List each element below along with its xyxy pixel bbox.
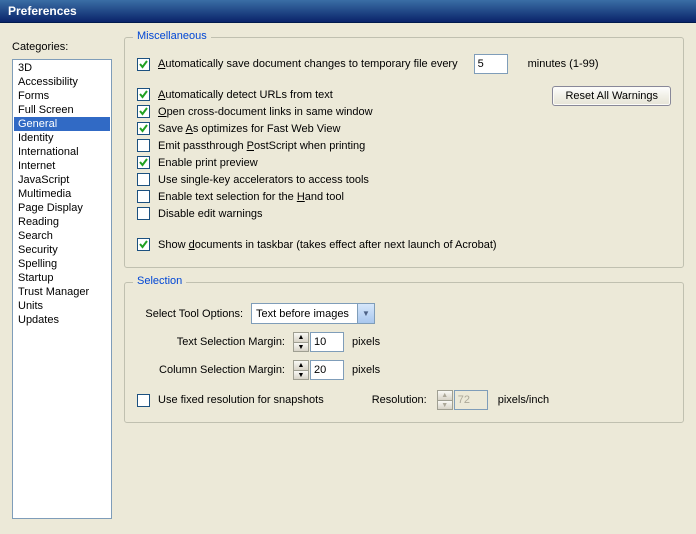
autosave-row: Automatically save document changes to t…	[137, 54, 671, 74]
spin-up-icon[interactable]: ▲	[293, 360, 309, 370]
taskbar-row: Show documents in taskbar (takes effect …	[137, 238, 671, 251]
misc-option-checkbox[interactable]	[137, 190, 150, 203]
dropdown-icon: ▼	[357, 304, 374, 323]
misc-option-checkbox[interactable]	[137, 139, 150, 152]
sidebar-item-accessibility[interactable]: Accessibility	[14, 75, 110, 89]
sidebar-item-international[interactable]: International	[14, 145, 110, 159]
fixed-resolution-checkbox[interactable]	[137, 394, 150, 407]
content: Categories: 3DAccessibilityFormsFull Scr…	[0, 23, 696, 527]
misc-option-row: Open cross-document links in same window	[137, 105, 671, 118]
tool-options-label: Select Tool Options:	[137, 308, 251, 320]
sidebar-item-updates[interactable]: Updates	[14, 313, 110, 327]
autosave-label-pre: Automatically save document changes to t…	[158, 58, 458, 70]
pixels-label: pixels	[352, 336, 380, 348]
sidebar-item-full-screen[interactable]: Full Screen	[14, 103, 110, 117]
misc-option-label: Use single-key accelerators to access to…	[158, 174, 369, 186]
tool-options-select[interactable]: Text before images ▼	[251, 303, 375, 324]
spin-down-icon[interactable]: ▼	[293, 370, 309, 380]
column-margin-spinner[interactable]: ▲ ▼	[293, 360, 344, 380]
sidebar-item-javascript[interactable]: JavaScript	[14, 173, 110, 187]
categories-label: Categories:	[12, 41, 112, 53]
sidebar-item-trust-manager[interactable]: Trust Manager	[14, 285, 110, 299]
group-title-miscellaneous: Miscellaneous	[133, 30, 211, 42]
misc-option-row: Use single-key accelerators to access to…	[137, 173, 671, 186]
spin-down-icon: ▼	[437, 400, 453, 410]
resolution-unit: pixels/inch	[498, 394, 549, 406]
window-title: Preferences	[8, 4, 77, 18]
resolution-spinner: ▲ ▼	[437, 390, 488, 410]
autosave-checkbox[interactable]	[137, 58, 150, 71]
tool-options-row: Select Tool Options: Text before images …	[137, 303, 671, 324]
misc-option-checkbox[interactable]	[137, 88, 150, 101]
taskbar-label: Show documents in taskbar (takes effect …	[158, 239, 497, 251]
categories-list[interactable]: 3DAccessibilityFormsFull ScreenGeneralId…	[12, 59, 112, 519]
sidebar-item-general[interactable]: General	[14, 117, 110, 131]
text-margin-row: Text Selection Margin: ▲ ▼ pixels	[137, 332, 671, 352]
misc-option-label: Save As optimizes for Fast Web View	[158, 123, 340, 135]
misc-option-checkbox[interactable]	[137, 122, 150, 135]
text-margin-spinner[interactable]: ▲ ▼	[293, 332, 344, 352]
column-margin-row: Column Selection Margin: ▲ ▼ pixels	[137, 360, 671, 380]
text-margin-label: Text Selection Margin:	[137, 336, 293, 348]
spin-up-icon[interactable]: ▲	[293, 332, 309, 342]
autosave-label-post: minutes (1-99)	[528, 58, 599, 70]
sidebar-item-spelling[interactable]: Spelling	[14, 257, 110, 271]
sidebar-item-multimedia[interactable]: Multimedia	[14, 187, 110, 201]
sidebar-item-identity[interactable]: Identity	[14, 131, 110, 145]
group-title-selection: Selection	[133, 275, 186, 287]
misc-option-checkbox[interactable]	[137, 156, 150, 169]
text-margin-input[interactable]	[310, 332, 344, 352]
misc-option-row: Enable print preview	[137, 156, 671, 169]
misc-option-label: Enable print preview	[158, 157, 258, 169]
misc-option-row: Disable edit warnings	[137, 207, 671, 220]
sidebar-item-forms[interactable]: Forms	[14, 89, 110, 103]
sidebar-item-3d[interactable]: 3D	[14, 61, 110, 75]
misc-option-label: Emit passthrough PostScript when printin…	[158, 140, 365, 152]
misc-option-label: Open cross-document links in same window	[158, 106, 373, 118]
fixed-resolution-label: Use fixed resolution for snapshots	[158, 394, 324, 406]
tool-options-value: Text before images	[256, 308, 357, 320]
fixed-res-row: Use fixed resolution for snapshots Resol…	[137, 390, 671, 410]
sidebar-item-units[interactable]: Units	[14, 299, 110, 313]
main-panel: Miscellaneous Automatically save documen…	[124, 33, 684, 519]
autosave-minutes-input[interactable]	[474, 54, 508, 74]
sidebar-item-startup[interactable]: Startup	[14, 271, 110, 285]
misc-option-checkbox[interactable]	[137, 173, 150, 186]
misc-option-label: Disable edit warnings	[158, 208, 263, 220]
sidebar-item-internet[interactable]: Internet	[14, 159, 110, 173]
misc-option-checkbox[interactable]	[137, 207, 150, 220]
sidebar-item-reading[interactable]: Reading	[14, 215, 110, 229]
spin-down-icon[interactable]: ▼	[293, 342, 309, 352]
misc-option-label: Enable text selection for the Hand tool	[158, 191, 344, 203]
misc-option-checkbox[interactable]	[137, 105, 150, 118]
misc-option-label: Automatically detect URLs from text	[158, 89, 333, 101]
spin-up-icon: ▲	[437, 390, 453, 400]
sidebar-item-page-display[interactable]: Page Display	[14, 201, 110, 215]
reset-warnings-button[interactable]: Reset All Warnings	[552, 86, 671, 106]
column-margin-label: Column Selection Margin:	[137, 364, 293, 376]
column-margin-input[interactable]	[310, 360, 344, 380]
window-titlebar: Preferences	[0, 0, 696, 23]
taskbar-checkbox[interactable]	[137, 238, 150, 251]
resolution-label: Resolution:	[372, 394, 427, 406]
misc-option-row: Save As optimizes for Fast Web View	[137, 122, 671, 135]
group-selection: Selection Select Tool Options: Text befo…	[124, 282, 684, 423]
resolution-input	[454, 390, 488, 410]
sidebar-item-security[interactable]: Security	[14, 243, 110, 257]
misc-option-row: Emit passthrough PostScript when printin…	[137, 139, 671, 152]
sidebar: Categories: 3DAccessibilityFormsFull Scr…	[12, 33, 112, 519]
misc-option-row: Enable text selection for the Hand tool	[137, 190, 671, 203]
sidebar-item-search[interactable]: Search	[14, 229, 110, 243]
pixels-label: pixels	[352, 364, 380, 376]
group-miscellaneous: Miscellaneous Automatically save documen…	[124, 37, 684, 268]
